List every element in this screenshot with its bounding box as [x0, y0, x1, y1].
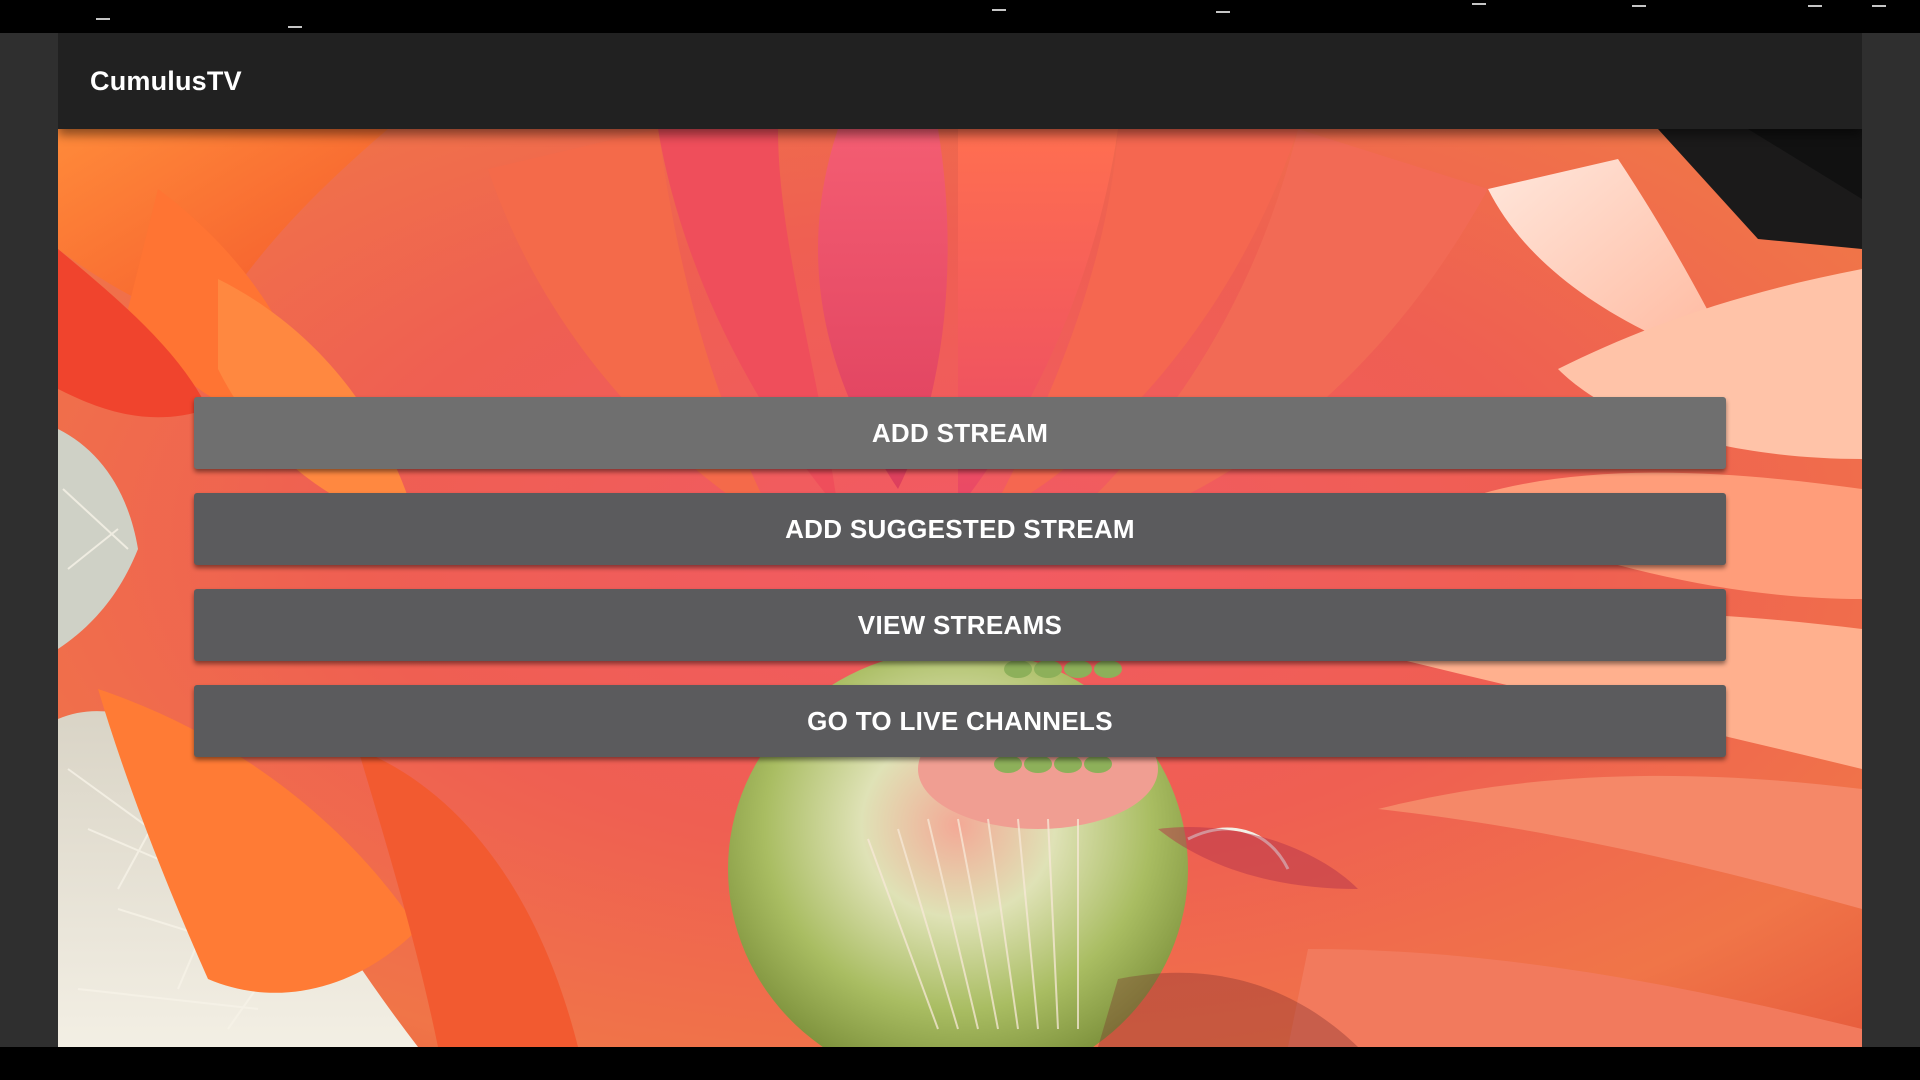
- app-window: CumulusTV ADD STREAM ADD SUGGESTED STREA…: [58, 33, 1862, 1047]
- status-glyph: [992, 9, 1006, 11]
- main-menu: ADD STREAM ADD SUGGESTED STREAM VIEW STR…: [194, 397, 1726, 781]
- status-glyph: [1872, 5, 1886, 7]
- view-streams-button[interactable]: VIEW STREAMS: [194, 589, 1726, 661]
- add-stream-button[interactable]: ADD STREAM: [194, 397, 1726, 469]
- status-glyph: [1472, 3, 1486, 5]
- status-bar: [0, 0, 1920, 33]
- app-title: CumulusTV: [90, 66, 242, 96]
- status-glyph: [96, 18, 110, 20]
- status-glyph: [1808, 5, 1822, 7]
- status-glyph: [1632, 5, 1646, 7]
- go-to-live-channels-button[interactable]: GO TO LIVE CHANNELS: [194, 685, 1726, 757]
- status-glyph: [288, 26, 302, 28]
- right-side-panel: [1862, 33, 1920, 1047]
- app-toolbar: CumulusTV: [58, 33, 1862, 129]
- left-side-panel: [0, 33, 58, 1047]
- status-glyph: [1216, 11, 1230, 13]
- bottom-bar: [0, 1047, 1920, 1080]
- add-suggested-stream-button[interactable]: ADD SUGGESTED STREAM: [194, 493, 1726, 565]
